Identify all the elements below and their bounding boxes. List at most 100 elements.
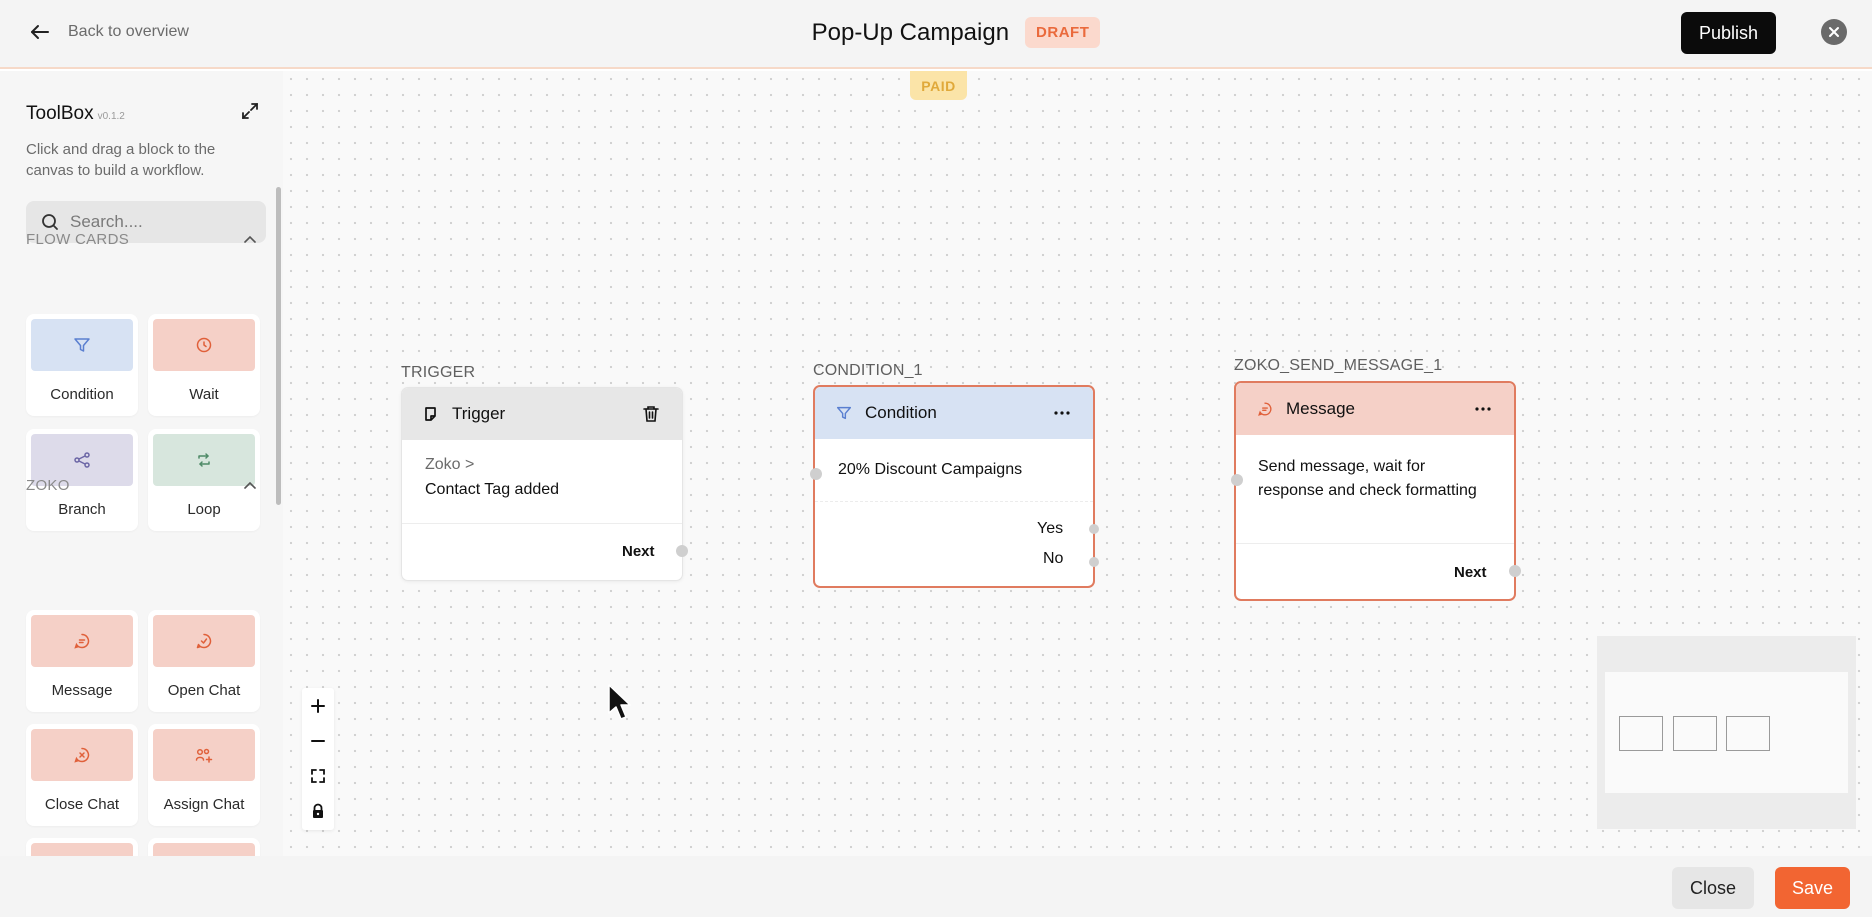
card-close-chat[interactable]: Close Chat: [26, 724, 138, 826]
message-input-handle[interactable]: [1231, 474, 1243, 486]
trigger-icon: [425, 407, 436, 421]
fit-view-icon: [311, 768, 325, 783]
message-body: Send message, wait for response and chec…: [1258, 458, 1477, 499]
condition-no-label: No: [1043, 550, 1064, 567]
card-message[interactable]: Message: [26, 610, 138, 712]
card-swatch: [153, 729, 255, 781]
toolbox-version: v0.1.2: [97, 111, 125, 122]
close-button[interactable]: Close: [1672, 867, 1754, 909]
card-partial[interactable]: [26, 838, 138, 856]
divider: [1236, 543, 1514, 544]
chevron-up-icon: [244, 235, 256, 243]
condition-yes-handle[interactable]: [1089, 524, 1099, 534]
arrow-left-icon: [31, 25, 49, 39]
divider: [402, 523, 682, 524]
back-to-overview-label: Back to overview: [68, 23, 189, 40]
status-badge: DRAFT: [1025, 17, 1101, 48]
card-condition[interactable]: Condition: [26, 314, 138, 416]
search-icon: [42, 214, 58, 230]
trigger-source: Zoko >: [425, 456, 475, 473]
card-label: Assign Chat: [163, 796, 245, 813]
toolbox-sidebar: ToolBox v0.1.2 Click and drag a block to …: [0, 71, 283, 856]
card-open-chat[interactable]: Open Chat: [148, 610, 260, 712]
card-swatch: [153, 843, 255, 856]
card-swatch: [153, 615, 255, 667]
trigger-output-handle[interactable]: [676, 545, 688, 557]
publish-button[interactable]: Publish: [1681, 12, 1776, 54]
card-swatch: [31, 843, 133, 856]
fit-view-button[interactable]: [302, 758, 334, 793]
zoom-controls: [302, 688, 334, 830]
card-label: Message: [51, 682, 113, 699]
message-node-label: ZOKO_SEND_MESSAGE_1: [1234, 357, 1443, 374]
save-button[interactable]: Save: [1775, 867, 1850, 909]
plus-icon: [311, 698, 325, 713]
condition-node-title: Condition: [865, 403, 937, 422]
back-to-overview-link[interactable]: Back to overview: [28, 20, 189, 44]
close-icon[interactable]: [1821, 19, 1847, 45]
condition-body: 20% Discount Campaigns: [838, 461, 1023, 478]
card-label: Wait: [189, 386, 219, 403]
card-label: Loop: [187, 501, 221, 518]
condition-node[interactable]: Condition 20% Discount Campaigns Yes No: [813, 385, 1095, 588]
filter-icon: [836, 406, 852, 420]
card-swatch: [31, 615, 133, 667]
message-icon: [1258, 402, 1272, 416]
toolbox-title-text: ToolBox: [26, 103, 94, 124]
card-swatch: [153, 319, 255, 371]
trigger-node[interactable]: Trigger Zoko > Contact Tag added Next: [401, 387, 683, 581]
expand-icon[interactable]: [240, 101, 260, 121]
trash-icon[interactable]: [640, 403, 662, 425]
section-title: FLOW CARDS: [26, 231, 130, 248]
condition-node-header: Condition: [815, 387, 1093, 439]
message-node-title: Message: [1286, 399, 1355, 418]
minimap-node: [1619, 716, 1663, 751]
minus-icon: [311, 739, 325, 742]
search-input[interactable]: [70, 212, 250, 232]
minimap-node: [1726, 716, 1770, 751]
minimap-node: [1673, 716, 1717, 751]
paid-badge: PAID: [910, 71, 967, 100]
open-chat-icon: [196, 633, 212, 649]
lock-button[interactable]: [302, 793, 334, 828]
card-label: Condition: [50, 386, 114, 403]
zoom-in-button[interactable]: [302, 688, 334, 723]
more-options-icon[interactable]: [1472, 398, 1494, 420]
section-zoko[interactable]: ZOKO: [26, 477, 258, 494]
footer-bar: Close Save: [0, 856, 1872, 917]
card-swatch: [31, 729, 133, 781]
filter-icon: [74, 338, 90, 352]
more-options-icon[interactable]: [1051, 402, 1073, 424]
lock-icon: [313, 803, 323, 818]
card-partial[interactable]: [148, 838, 260, 856]
page-title: Pop-Up Campaign: [811, 18, 1010, 46]
condition-input-handle[interactable]: [810, 468, 822, 480]
loop-icon: [198, 453, 210, 467]
close-chat-icon: [74, 747, 90, 763]
card-label: Open Chat: [167, 682, 241, 699]
card-assign-chat[interactable]: Assign Chat: [148, 724, 260, 826]
toolbox-title: ToolBox v0.1.2: [26, 103, 125, 125]
condition-no-handle[interactable]: [1089, 557, 1099, 567]
message-next-label: Next: [1454, 564, 1487, 581]
minimap-viewport: [1605, 672, 1848, 793]
card-swatch: [31, 319, 133, 371]
condition-node-label: CONDITION_1: [813, 362, 923, 379]
card-wait[interactable]: Wait: [148, 314, 260, 416]
minimap[interactable]: [1597, 636, 1856, 829]
message-output-handle[interactable]: [1509, 565, 1521, 577]
trigger-node-header: Trigger: [402, 388, 682, 440]
chevron-up-icon: [244, 481, 256, 489]
zoom-out-button[interactable]: [302, 723, 334, 758]
clock-icon: [196, 337, 212, 353]
card-label: Close Chat: [44, 796, 120, 813]
card-label: Branch: [58, 501, 106, 518]
section-title: ZOKO: [26, 477, 70, 494]
divider: [815, 501, 1093, 502]
message-node[interactable]: Message Send message, wait for response …: [1234, 381, 1516, 601]
top-bar: Back to overview Pop-Up Campaign DRAFT P…: [0, 0, 1872, 69]
sidebar-scrollbar[interactable]: [276, 187, 281, 505]
assign-chat-icon: [195, 748, 213, 763]
section-flow-cards[interactable]: FLOW CARDS: [26, 231, 258, 248]
trigger-node-label: TRIGGER: [401, 364, 476, 381]
